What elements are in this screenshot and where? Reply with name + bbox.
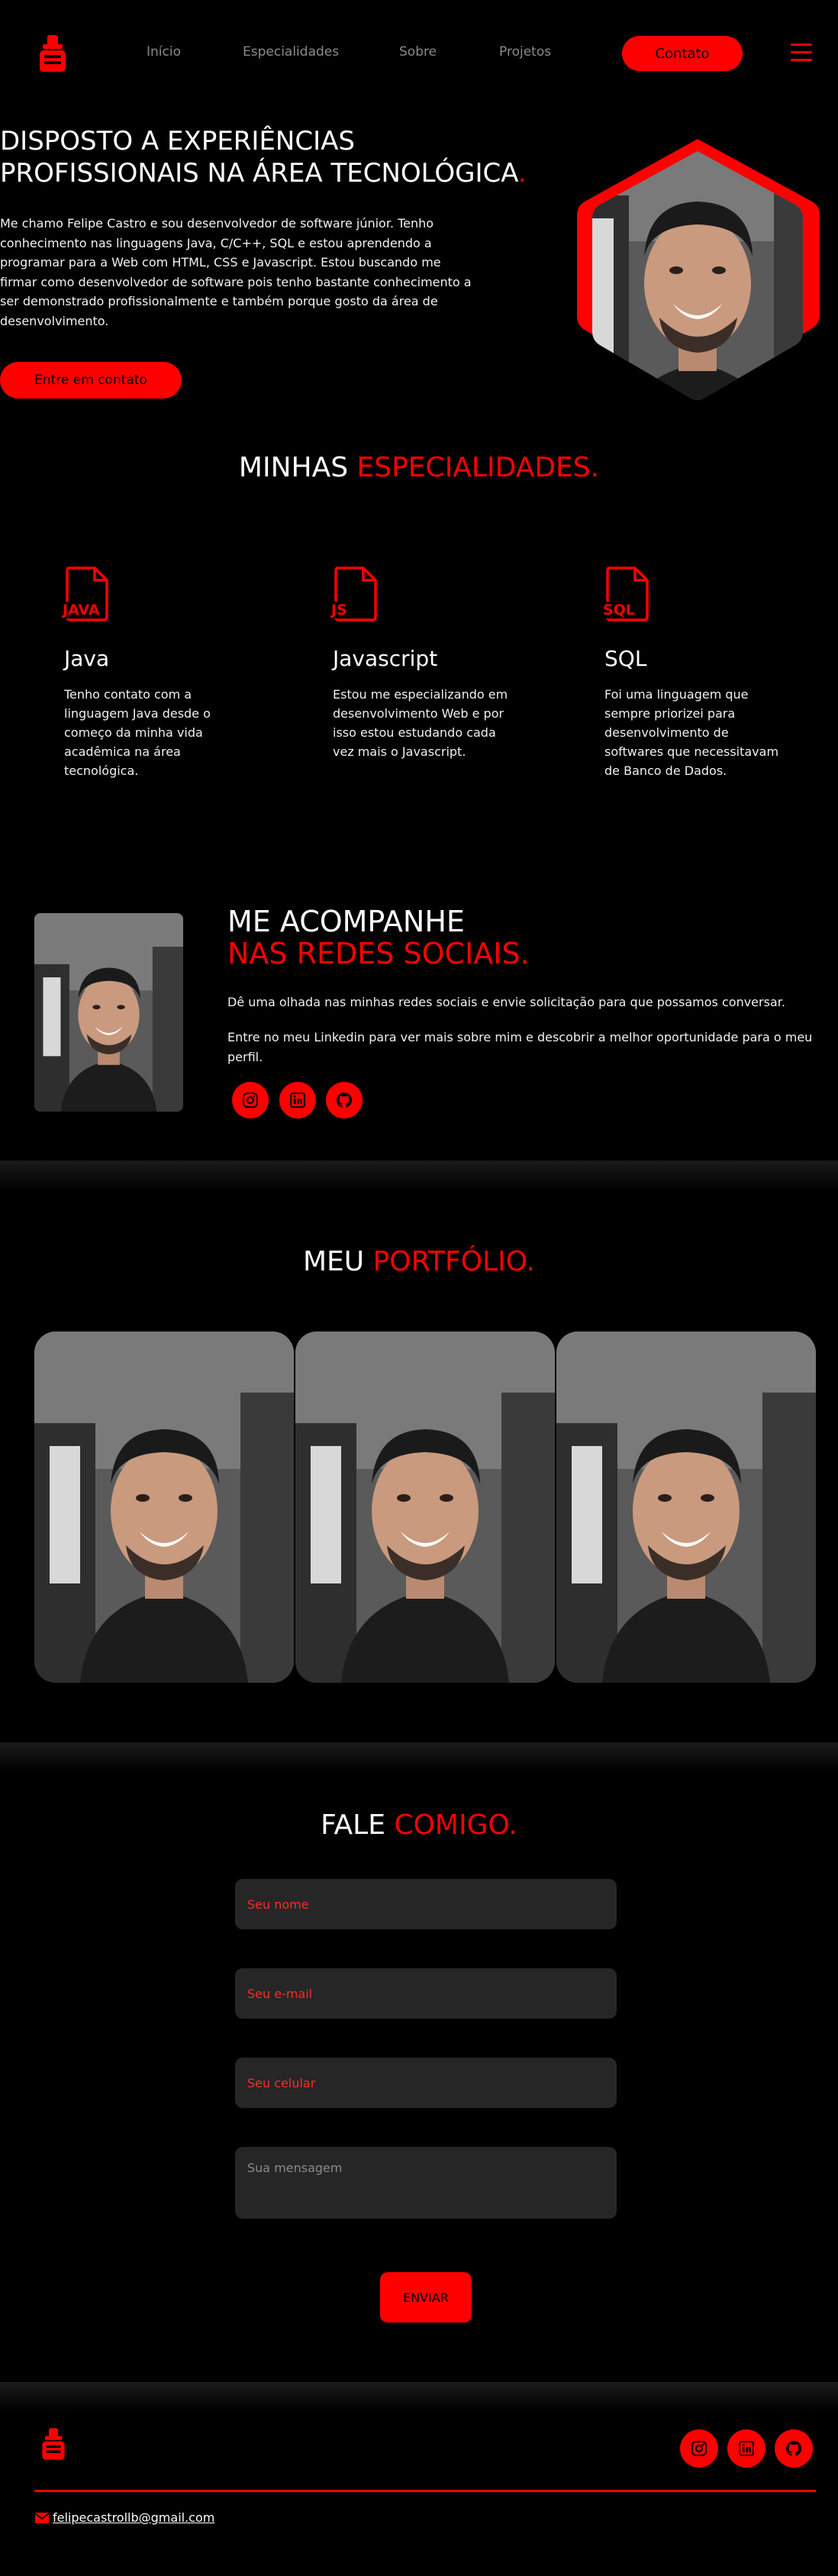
specialty-text: Tenho contato com a linguagem Java desde… (64, 687, 211, 778)
social-title: ME ACOMPANHE NAS REDES SOCIAIS. (227, 905, 530, 970)
specialty-text: Foi uma linguagem que sempre priorizei p… (604, 687, 779, 778)
hero-title: DISPOSTO A EXPERIÊNCIAS PROFISSIONAIS NA… (0, 125, 550, 189)
java-file-icon: JAVA (61, 565, 110, 623)
section-divider (0, 1160, 838, 1191)
sql-badge: SQL (601, 602, 637, 618)
portfolio-item[interactable] (34, 1332, 294, 1683)
linkedin-icon (739, 2441, 754, 2456)
sql-file-icon: SQL (601, 565, 650, 623)
portfolio-title-red: PORTFÓLIO. (372, 1246, 536, 1277)
portfolio-item[interactable] (556, 1332, 816, 1683)
instagram-button[interactable] (232, 1082, 269, 1119)
portfolio-item[interactable] (295, 1332, 555, 1683)
footer-instagram-button[interactable] (680, 2429, 718, 2468)
logo-icon[interactable] (37, 35, 69, 72)
phone-input[interactable] (235, 2058, 617, 2108)
contact-title: FALE COMIGO. (0, 1809, 838, 1841)
footer-email: felipecastrollb@gmail.com (34, 2510, 214, 2525)
top-navigation: Início Especialidades Sobre Projetos Con… (0, 0, 838, 107)
mail-icon (34, 2512, 50, 2523)
section-divider (0, 2382, 838, 2413)
contact-title-red: COMIGO. (394, 1809, 517, 1841)
linkedin-button[interactable] (279, 1082, 316, 1119)
hero-title-line1: DISPOSTO A EXPERIÊNCIAS (0, 126, 355, 157)
github-icon (336, 1092, 353, 1108)
contact-title-white: FALE (321, 1809, 385, 1841)
instagram-icon (691, 2441, 707, 2456)
specialties-title-red: ESPECIALIDADES. (356, 452, 600, 483)
portfolio-title-white: MEU (302, 1246, 365, 1277)
specialty-text: Estou me especializando em desenvolvimen… (333, 687, 508, 759)
name-input[interactable] (235, 1879, 617, 1929)
hero-title-line2: PROFISSIONAIS NA ÁREA TECNOLÓGICA (0, 158, 518, 189)
email-input[interactable] (235, 1968, 617, 2019)
social-title-white: ME ACOMPANHE (227, 905, 465, 938)
social-text-2: Entre no meu Linkedin para ver mais sobr… (227, 1030, 813, 1064)
github-button[interactable] (326, 1082, 363, 1119)
specialty-card-javascript: JS Javascript Estou me especializando em… (330, 565, 508, 761)
github-icon (785, 2440, 802, 2456)
profile-photo-hexagon (577, 139, 820, 400)
nav-link-projetos[interactable]: Projetos (499, 44, 551, 60)
js-badge: JS (330, 602, 349, 618)
specialty-name: Java (64, 646, 110, 671)
message-textarea[interactable] (235, 2147, 617, 2219)
hero-title-dot: . (517, 158, 527, 189)
footer-linkedin-button[interactable] (727, 2429, 765, 2468)
java-badge: JAVA (61, 602, 102, 618)
js-file-icon: JS (330, 565, 379, 623)
nav-link-inicio[interactable]: Início (147, 44, 181, 60)
specialties-title: MINHAS ESPECIALIDADES. (0, 452, 838, 483)
section-divider (0, 1742, 838, 1773)
specialty-card-java: JAVA Java Tenho contato com a linguagem … (61, 565, 240, 780)
hamburger-menu-icon[interactable] (791, 44, 812, 62)
get-in-touch-button[interactable]: Entre em contato (0, 362, 182, 399)
footer-divider (34, 2490, 816, 2492)
contact-button[interactable]: Contato (622, 36, 743, 71)
nav-link-sobre[interactable]: Sobre (399, 44, 437, 60)
specialty-name: SQL (604, 646, 647, 671)
instagram-icon (243, 1093, 258, 1108)
linkedin-icon (290, 1093, 305, 1108)
hero-description: Me chamo Felipe Castro e sou desenvolved… (0, 216, 472, 328)
portfolio-title: MEU PORTFÓLIO. (0, 1246, 838, 1277)
email-link[interactable]: felipecastrollb@gmail.com (53, 2510, 214, 2525)
specialties-title-white: MINHAS (238, 452, 349, 483)
footer-github-button[interactable] (775, 2429, 813, 2468)
specialty-card-sql: SQL SQL Foi uma linguagem que sempre pri… (601, 565, 780, 780)
nav-link-especialidades[interactable]: Especialidades (243, 44, 339, 60)
social-profile-photo (34, 913, 183, 1112)
send-button[interactable]: ENVIAR (380, 2272, 472, 2323)
social-title-red: NAS REDES SOCIAIS. (227, 937, 530, 970)
footer-logo-icon[interactable] (40, 2428, 67, 2460)
social-text-1: Dê uma olhada nas minhas redes sociais e… (227, 995, 785, 1009)
specialty-name: Javascript (333, 646, 438, 671)
